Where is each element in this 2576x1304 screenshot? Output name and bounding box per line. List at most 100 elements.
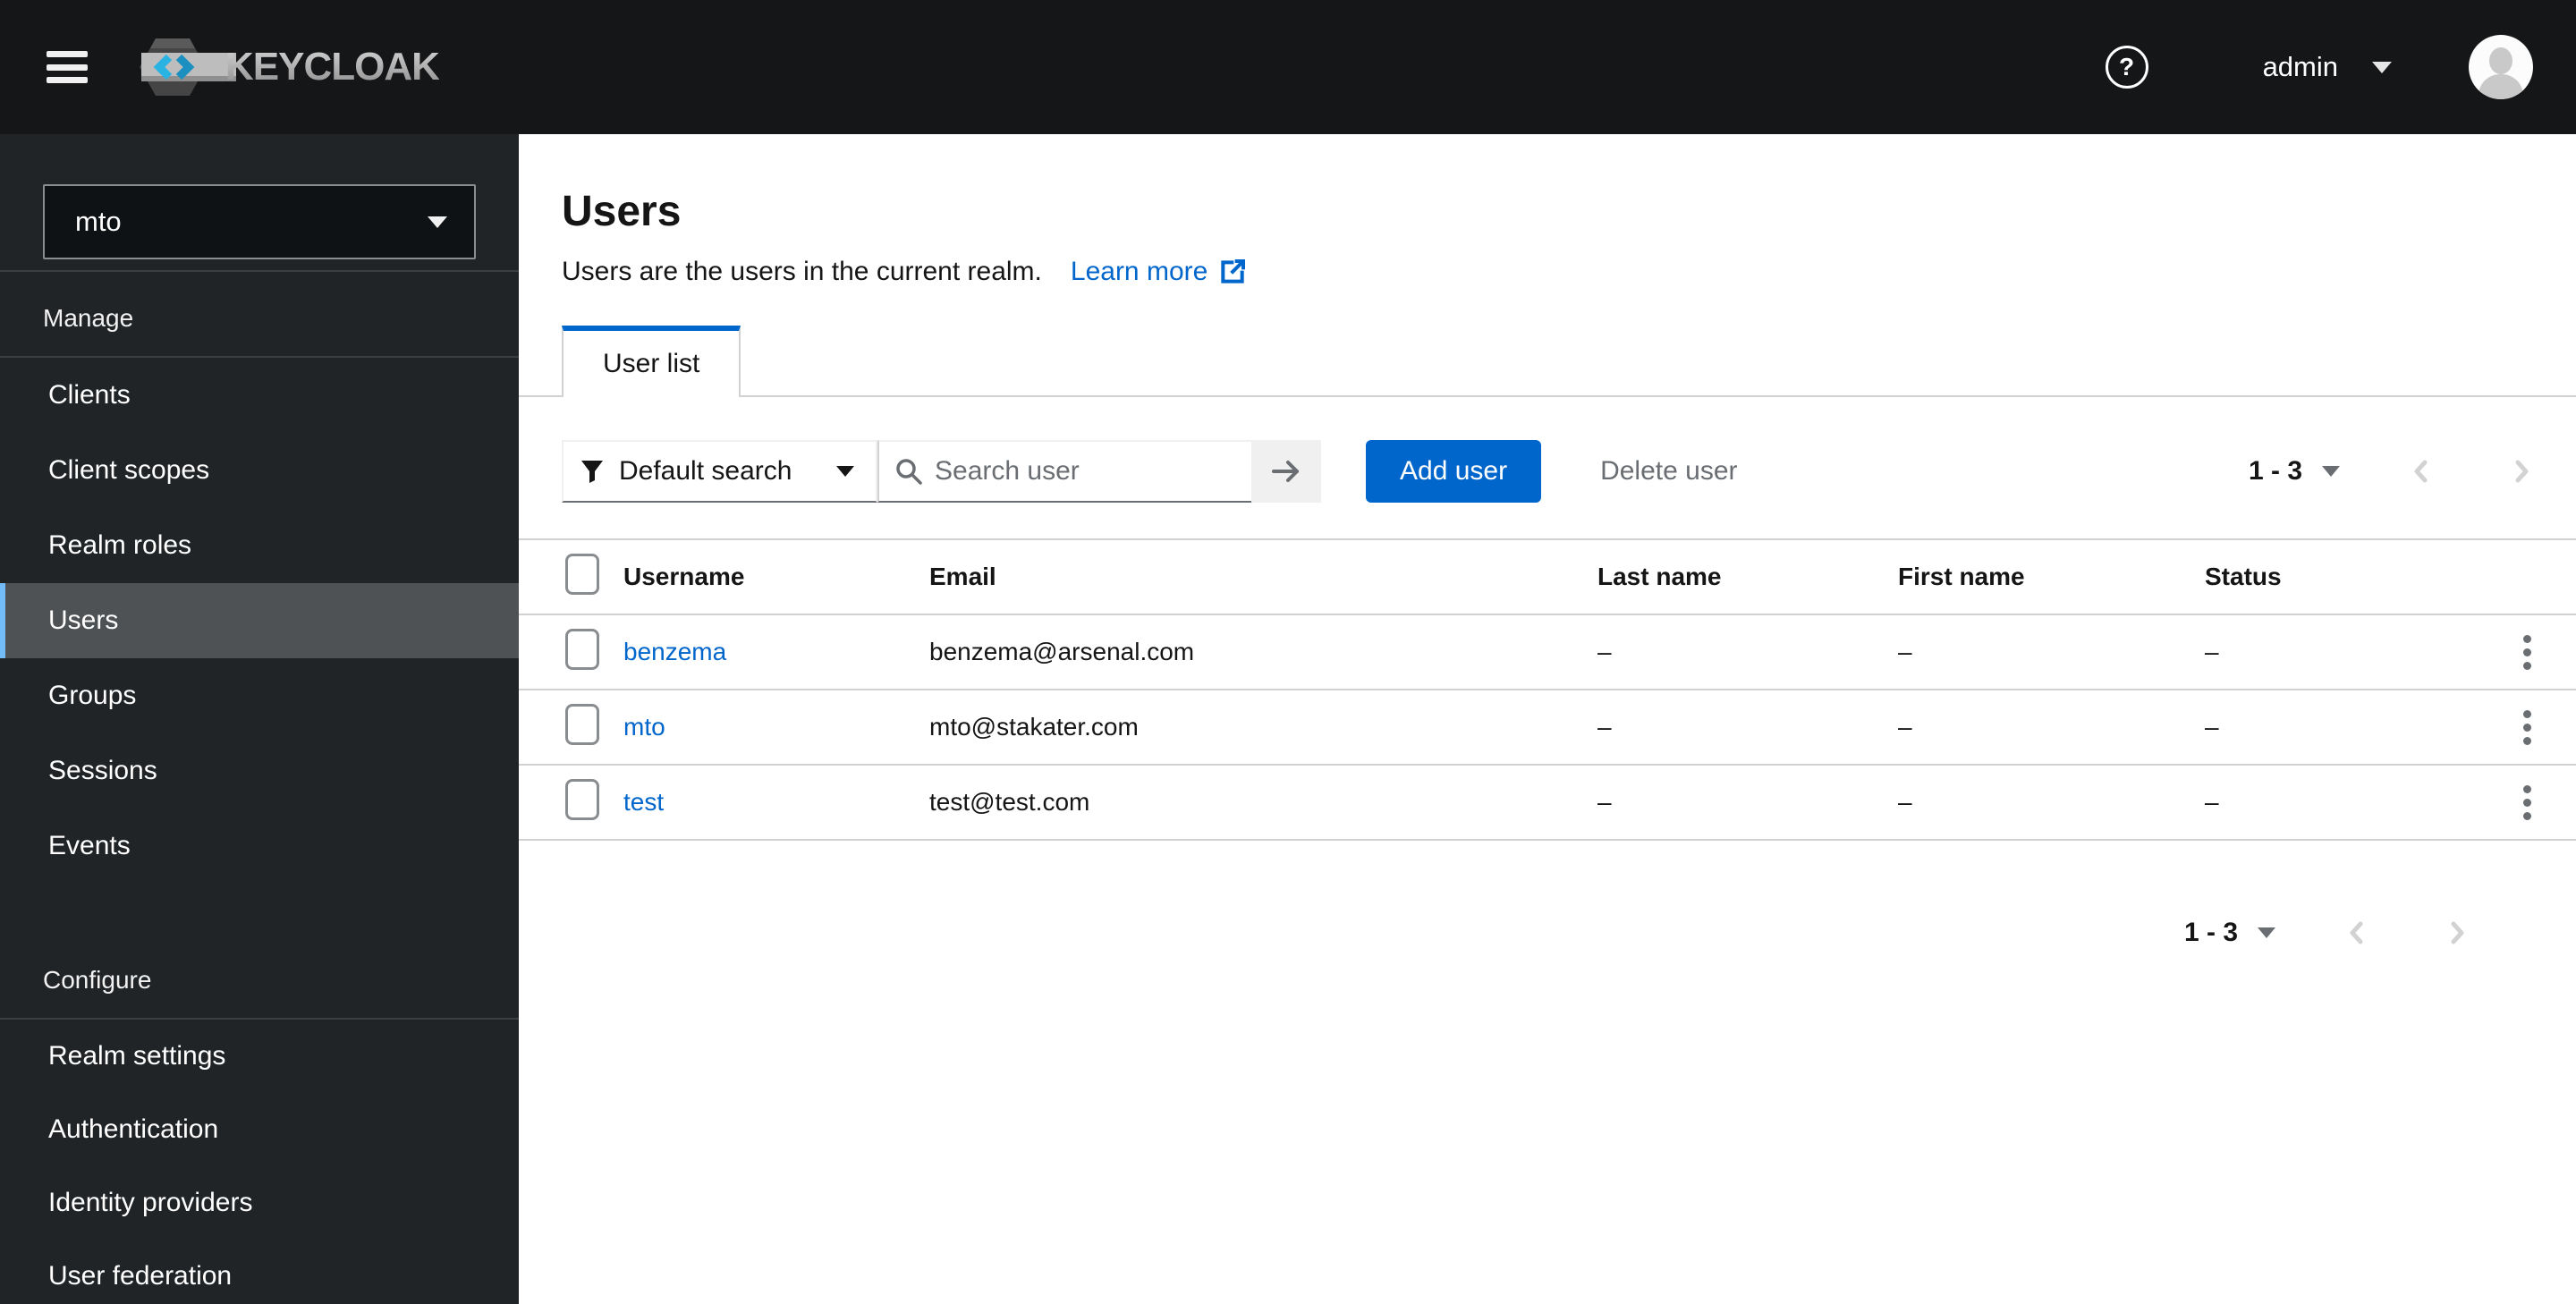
column-header-status: Status bbox=[2205, 563, 2282, 590]
users-table: Username Email Last name First name Stat… bbox=[519, 538, 2576, 841]
sidebar-item-events[interactable]: Events bbox=[0, 809, 519, 884]
sidebar-item-authentication[interactable]: Authentication bbox=[0, 1093, 519, 1166]
chevron-right-icon bbox=[2515, 460, 2529, 483]
sidebar-item-user-federation[interactable]: User federation bbox=[0, 1240, 519, 1304]
pagination-top: 1 - 3 bbox=[2249, 456, 2533, 487]
column-header-last-name: Last name bbox=[1597, 563, 1722, 590]
next-page-button[interactable] bbox=[2510, 457, 2533, 486]
column-header-email: Email bbox=[929, 563, 996, 590]
hamburger-menu-icon[interactable] bbox=[47, 51, 88, 83]
first-name-cell: – bbox=[1898, 713, 1912, 741]
previous-page-button[interactable] bbox=[2345, 919, 2368, 947]
table-row: test test@test.com – – – bbox=[519, 766, 2576, 841]
table-row: mto mto@stakater.com – – – bbox=[519, 690, 2576, 766]
first-name-cell: – bbox=[1898, 788, 1912, 816]
nav-group-configure: Configure Realm settings Authentication … bbox=[0, 934, 519, 1304]
row-checkbox[interactable] bbox=[565, 628, 599, 670]
delete-user-button[interactable]: Delete user bbox=[1600, 456, 1737, 487]
pagination-menu-toggle[interactable]: 1 - 3 bbox=[2249, 456, 2340, 487]
masthead: KEYCLOAK ? admin bbox=[0, 0, 2576, 134]
user-dropdown-label: admin bbox=[2262, 51, 2338, 82]
kebab-menu-icon[interactable] bbox=[2516, 775, 2538, 830]
brand-name: KEYCLOAK bbox=[225, 45, 440, 89]
status-cell: – bbox=[2205, 638, 2219, 665]
tab-user-list[interactable]: User list bbox=[562, 326, 741, 397]
add-user-button[interactable]: Add user bbox=[1366, 440, 1542, 503]
learn-more-link[interactable]: Learn more bbox=[1071, 254, 1247, 290]
keycloak-hexagon-icon bbox=[140, 38, 236, 96]
username-link[interactable]: mto bbox=[623, 713, 665, 741]
email-cell: mto@stakater.com bbox=[929, 713, 1139, 741]
last-name-cell: – bbox=[1597, 788, 1612, 816]
search-type-dropdown[interactable]: Default search bbox=[562, 440, 877, 503]
email-cell: benzema@arsenal.com bbox=[929, 638, 1195, 665]
table-row: benzema benzema@arsenal.com – – – bbox=[519, 615, 2576, 690]
search-type-label: Default search bbox=[619, 456, 792, 486]
pagination-menu-toggle[interactable]: 1 - 3 bbox=[2184, 918, 2275, 948]
page-title: Users bbox=[562, 188, 682, 235]
realm-selector[interactable]: mto bbox=[43, 184, 476, 259]
previous-page-button[interactable] bbox=[2410, 457, 2433, 486]
next-page-button[interactable] bbox=[2445, 919, 2469, 947]
chevron-down-icon bbox=[2322, 466, 2340, 477]
toolbar: Default search Add user bbox=[562, 440, 2533, 503]
chevron-right-icon bbox=[2451, 921, 2464, 944]
status-cell: – bbox=[2205, 788, 2219, 816]
page-header: Users Users are the users in the current… bbox=[519, 184, 2576, 290]
pagination-bottom: 1 - 3 bbox=[519, 918, 2576, 948]
chevron-down-icon bbox=[836, 466, 854, 477]
row-checkbox[interactable] bbox=[565, 703, 599, 745]
search-field bbox=[877, 440, 1251, 503]
row-checkbox[interactable] bbox=[565, 778, 599, 820]
sidebar-item-sessions[interactable]: Sessions bbox=[0, 733, 519, 809]
help-icon[interactable]: ? bbox=[2105, 46, 2148, 89]
kebab-menu-icon[interactable] bbox=[2516, 625, 2538, 680]
sidebar-item-clients[interactable]: Clients bbox=[0, 358, 519, 433]
learn-more-label: Learn more bbox=[1070, 257, 1208, 286]
masthead-actions: ? admin bbox=[2105, 35, 2533, 99]
last-name-cell: – bbox=[1597, 638, 1612, 665]
last-name-cell: – bbox=[1597, 713, 1612, 741]
avatar-head bbox=[2489, 47, 2512, 74]
tab-bar: User list bbox=[519, 326, 2576, 397]
chevron-down-icon bbox=[2258, 927, 2275, 938]
column-header-username: Username bbox=[623, 563, 745, 590]
avatar-body bbox=[2479, 74, 2523, 99]
sidebar-item-users[interactable]: Users bbox=[0, 583, 519, 658]
filter-icon bbox=[581, 461, 603, 483]
chevron-left-icon bbox=[2414, 460, 2428, 483]
tab-bar-underline bbox=[519, 395, 2576, 397]
first-name-cell: – bbox=[1898, 638, 1912, 665]
sidebar-item-client-scopes[interactable]: Client scopes bbox=[0, 433, 519, 508]
external-link-icon bbox=[1221, 259, 1246, 284]
nav-group-title: Configure bbox=[0, 934, 519, 1020]
status-cell: – bbox=[2205, 713, 2219, 741]
nav-group-title: Manage bbox=[0, 272, 519, 358]
kebab-menu-icon[interactable] bbox=[2516, 700, 2538, 755]
username-link[interactable]: benzema bbox=[623, 638, 726, 665]
pagination-range: 1 - 3 bbox=[2183, 918, 2238, 947]
sidebar-item-identity-providers[interactable]: Identity providers bbox=[0, 1166, 519, 1240]
select-all-checkbox[interactable] bbox=[565, 553, 599, 595]
search-input[interactable] bbox=[935, 456, 1237, 487]
realm-selector-label: mto bbox=[75, 206, 122, 237]
chevron-down-icon bbox=[428, 216, 447, 228]
sidebar-item-realm-roles[interactable]: Realm roles bbox=[0, 508, 519, 583]
page-subtitle: Users are the users in the current realm… bbox=[562, 257, 1042, 286]
keycloak-admin-console: KEYCLOAK ? admin mto Manage Clients Clie… bbox=[0, 0, 2576, 1304]
pagination-range: 1 - 3 bbox=[2248, 456, 2302, 486]
search-submit-button[interactable] bbox=[1251, 440, 1321, 503]
keycloak-logo: KEYCLOAK bbox=[140, 36, 440, 98]
avatar[interactable] bbox=[2469, 35, 2533, 99]
chevron-down-icon bbox=[2372, 61, 2392, 73]
arrow-right-icon bbox=[1272, 461, 1299, 482]
sidebar-item-realm-settings[interactable]: Realm settings bbox=[0, 1020, 519, 1093]
realm-selector-section: mto bbox=[0, 134, 519, 272]
table-header-row: Username Email Last name First name Stat… bbox=[519, 538, 2576, 615]
sidebar-item-groups[interactable]: Groups bbox=[0, 658, 519, 733]
username-link[interactable]: test bbox=[623, 788, 664, 816]
sidebar: mto Manage Clients Client scopes Realm r… bbox=[0, 134, 519, 1304]
column-header-first-name: First name bbox=[1898, 563, 2025, 590]
chevron-left-icon bbox=[2350, 921, 2363, 944]
user-dropdown[interactable]: admin bbox=[2263, 51, 2392, 83]
